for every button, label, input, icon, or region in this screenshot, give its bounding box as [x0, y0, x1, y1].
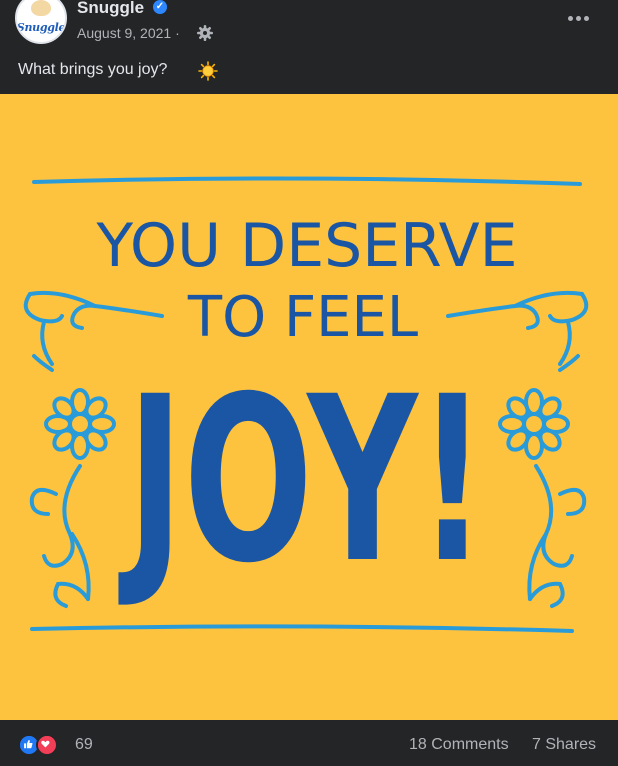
comments-count-link[interactable]: 18 Comments	[409, 736, 509, 754]
bear-logo-icon	[31, 0, 51, 16]
post-header: Snuggle Snuggle ✓ August 9, 2021 ·	[0, 0, 618, 50]
reactions-summary[interactable]	[18, 734, 66, 756]
dot-icon	[567, 15, 573, 21]
post-date-link[interactable]: August 9, 2021 ·	[77, 25, 180, 41]
page-avatar[interactable]: Snuggle	[15, 0, 67, 44]
page-name-link[interactable]: Snuggle	[77, 0, 144, 18]
avatar-logo-text: Snuggle	[16, 20, 66, 34]
reaction-count[interactable]: 69	[75, 736, 93, 754]
dot-icon	[583, 15, 589, 21]
sun-emoji-icon	[198, 61, 218, 81]
settings-gear-icon[interactable]	[197, 25, 213, 41]
post-footer: 69 18 Comments 7 Shares	[0, 720, 618, 766]
dot-icon	[575, 15, 581, 21]
headline-line-1: YOU DESERVE	[95, 211, 517, 281]
shares-count-link[interactable]: 7 Shares	[532, 736, 596, 754]
joy-poster-graphic: YOU DESERVE TO FEEL JOY!	[0, 94, 618, 720]
left-daisy-icon	[44, 388, 116, 460]
headline-joy: JOY!	[118, 347, 487, 613]
right-daisy-icon	[498, 388, 570, 460]
post-image[interactable]: YOU DESERVE TO FEEL JOY!	[0, 94, 618, 720]
more-options-button[interactable]	[560, 5, 596, 31]
post-text: What brings you joy?	[18, 61, 168, 78]
love-reaction-icon	[36, 734, 58, 756]
verified-badge-icon: ✓	[153, 0, 167, 14]
headline-line-2: TO FEEL	[187, 285, 418, 350]
